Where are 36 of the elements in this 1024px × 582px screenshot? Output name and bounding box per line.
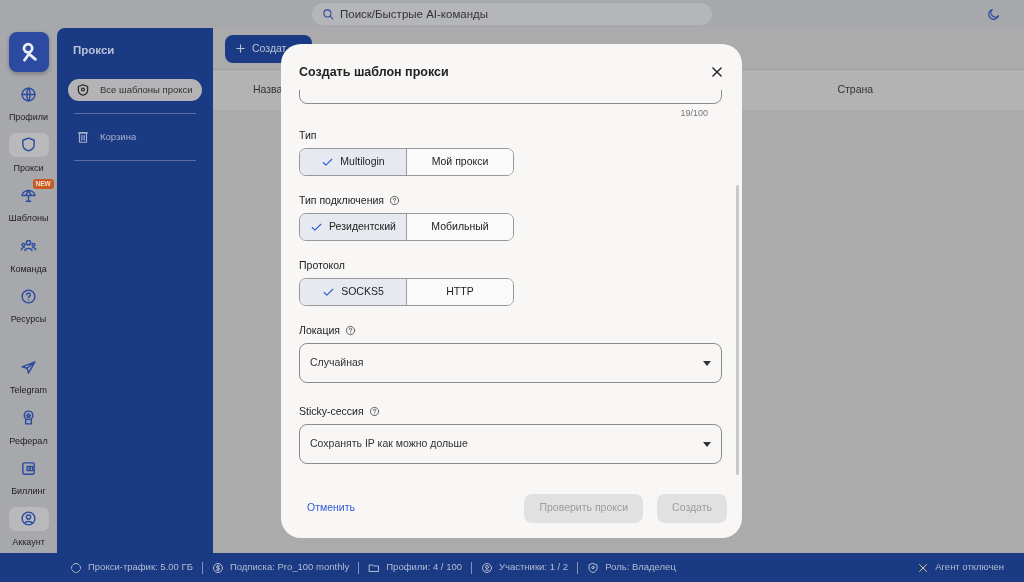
status-text: Роль: Владелец [605,560,676,575]
segment-option[interactable]: Мобильный [406,214,513,240]
panel-item[interactable]: Все шаблоны прокси [68,79,202,102]
field-label: Sticky-сессия [299,405,364,418]
nav-label: Профили [8,111,49,124]
nav-label: Шаблоны [8,212,49,225]
segment-option[interactable]: Резидентский [300,214,406,240]
char-counter: 19/100 [679,107,708,119]
field-label: Тип подключения [299,194,384,207]
segment-option[interactable]: Мой прокси [406,149,513,175]
column-header: Страна [837,82,874,98]
field-label: Протокол [299,259,345,272]
segment-option[interactable]: SOCKS5 [300,279,406,305]
agent-status: Агент отключен [935,560,1004,575]
nav-label: Биллинг [11,485,46,498]
panel-title: Прокси [73,43,116,58]
segment-option[interactable]: Multilogin [300,149,406,175]
cancel-link[interactable]: Отменить [299,500,363,516]
nav-label: Ресурсы [10,313,47,326]
panel-item[interactable]: Корзина [68,126,202,149]
nav-label: Telegram [10,384,47,397]
search-field[interactable]: Поиск/Быстрые AI-команды [312,3,712,25]
field-label: Локация [299,324,340,337]
nav-label: Аккаунт [12,535,45,549]
status-text: Участники: 1 / 2 [499,560,569,575]
select-field[interactable]: Сохранять IP как можно дольше [299,424,722,464]
nav-label: Реферал [9,434,48,448]
nav-label: Команда [10,262,47,276]
status-text: Профили: 4 / 100 [386,560,462,575]
select-field[interactable]: Случайная [299,343,722,383]
modal-title: Создать шаблон прокси [299,63,449,81]
segment-option[interactable]: HTTP [406,279,513,305]
nav-label: Прокси [13,161,44,175]
status-text: Подписка: Pro_100 monthly [229,560,350,575]
status-text: Прокси-трафик: 5.00 ГБ [88,560,193,575]
field-label: Тип [299,129,317,142]
